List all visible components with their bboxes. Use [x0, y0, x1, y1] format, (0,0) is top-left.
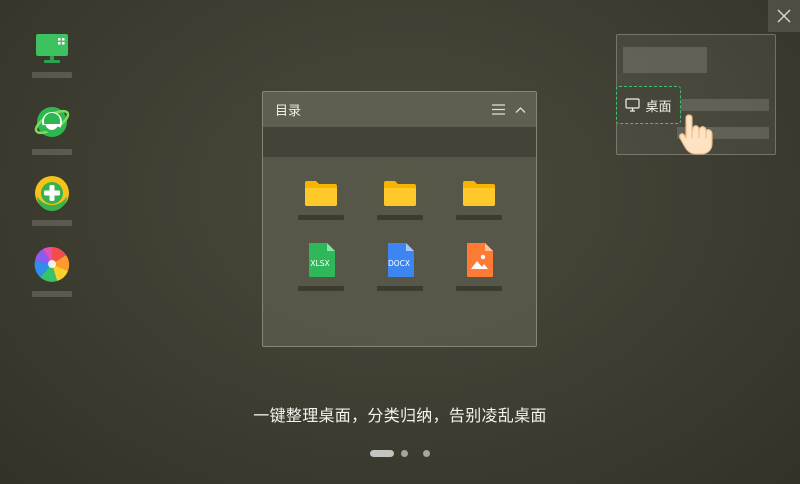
preview-block	[677, 99, 769, 111]
pager	[0, 450, 800, 457]
fence-file-grid: XLSX DOCX	[263, 157, 536, 291]
folder-icon	[383, 181, 416, 206]
fence-title: 目录	[275, 104, 302, 119]
fence-actions	[492, 104, 526, 115]
file-label-placeholder	[376, 215, 423, 220]
security-plus-icon	[35, 176, 69, 211]
shortcut-label-placeholder	[32, 220, 72, 226]
browser-e-icon	[34, 107, 70, 137]
fence-toolbar-strip	[263, 127, 536, 157]
shortcut-label-placeholder	[32, 149, 72, 155]
monitor-icon	[625, 98, 641, 112]
file-label-placeholder	[455, 215, 502, 220]
shortcut-label-placeholder	[32, 291, 72, 297]
docx-file-icon: DOCX	[387, 243, 414, 277]
desktop-chip-label: 桌面	[645, 99, 672, 115]
fence-header[interactable]: 目录	[263, 92, 536, 127]
image-file-icon	[466, 243, 493, 277]
docx-tag: DOCX	[387, 259, 409, 268]
docx-file-item[interactable]: DOCX	[360, 242, 439, 291]
chevron-up-icon[interactable]	[515, 106, 526, 114]
menu-icon[interactable]	[492, 104, 505, 115]
preview-block	[623, 47, 707, 73]
feature-caption: 一键整理桌面，分类归纳，告别凌乱桌面	[253, 406, 547, 425]
xlsx-tag: XLSX	[310, 259, 329, 268]
file-label-placeholder	[455, 286, 502, 291]
file-label-placeholder	[297, 215, 344, 220]
file-label-placeholder	[297, 286, 344, 291]
pinwheel-app-icon	[34, 246, 70, 282]
desktop-shortcut[interactable]	[28, 103, 76, 155]
pager-dot-3[interactable]	[423, 450, 430, 457]
folder-item[interactable]	[439, 179, 518, 220]
desktop-shortcut[interactable]	[28, 32, 76, 78]
file-label-placeholder	[376, 286, 423, 291]
image-file-item[interactable]	[439, 242, 518, 291]
desktop-chip[interactable]: 桌面	[616, 86, 681, 124]
folder-item[interactable]	[360, 179, 439, 220]
close-button[interactable]	[768, 0, 800, 32]
computer-manager-icon	[36, 34, 68, 63]
desktop-shortcut[interactable]	[28, 245, 76, 297]
xlsx-file-icon: XLSX	[308, 243, 335, 277]
close-icon	[777, 9, 791, 23]
pager-dot-2[interactable]	[401, 450, 408, 457]
desktop-shortcut[interactable]	[28, 174, 76, 226]
pager-dot-1[interactable]	[370, 450, 394, 457]
folder-icon	[462, 181, 495, 206]
xlsx-file-item[interactable]: XLSX	[281, 242, 360, 291]
fence-window[interactable]: 目录 XLSX DOCX	[262, 91, 537, 347]
folder-icon	[304, 181, 337, 206]
hand-pointer-icon	[679, 114, 713, 155]
folder-item[interactable]	[281, 179, 360, 220]
shortcut-label-placeholder	[32, 72, 72, 78]
